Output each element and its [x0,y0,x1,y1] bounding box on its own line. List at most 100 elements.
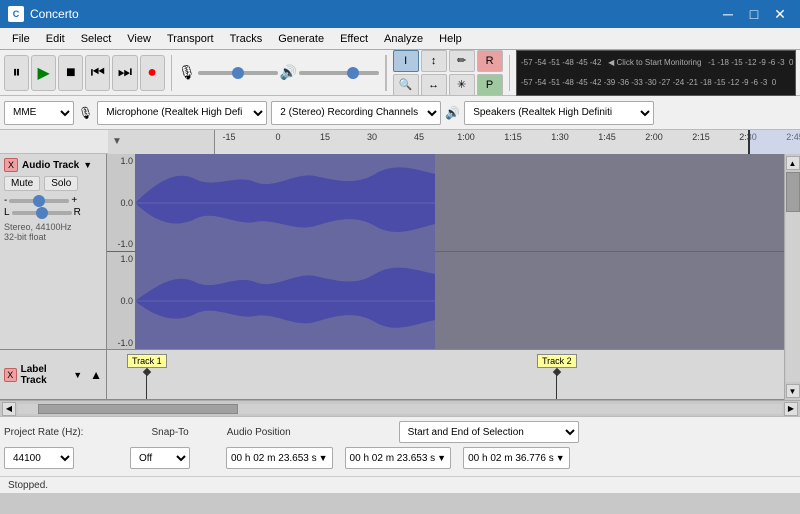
selection-mode-select[interactable]: Start and End of Selection [399,421,579,443]
speaker-gain-slider[interactable] [299,71,379,75]
play-meter-btn[interactable]: P [477,74,503,96]
label-waveform[interactable]: Track 1 Track 2 [107,350,784,399]
label-1-line [146,375,147,399]
ruler-label-215: 2:15 [692,132,710,142]
select-tool[interactable]: I [393,50,419,72]
menu-edit[interactable]: Edit [38,31,73,47]
mic-icon: 🎙 [178,64,196,81]
vscroll-down-btn[interactable]: ▼ [786,384,800,398]
maximize-button[interactable]: □ [742,4,766,24]
speaker-select[interactable]: Speakers (Realtek High Definiti [464,101,654,125]
label-track-close[interactable]: X [4,368,17,382]
tools-panel: I ↕ ✏ R 🔍 ↔ ✳ P [393,50,503,96]
selection-end-value[interactable]: 00 h 02 m 36.776 s ▼ [463,447,570,469]
next-button[interactable]: ⏭ [112,55,137,91]
envelope-tool[interactable]: ↕ [421,50,447,72]
y-label-mid2: 0.0 [109,296,133,306]
mic-icon-small: 🎙 [78,106,93,120]
label-track-dropdown[interactable]: ▼ [73,370,82,380]
label-2-line [556,375,557,399]
menu-transport[interactable]: Transport [159,31,222,47]
vscroll-thumb[interactable] [786,172,800,212]
timeshift-tool[interactable]: ↔ [421,74,447,96]
menu-select[interactable]: Select [73,31,120,47]
y-axis-upper: 1.0 0.0 -1.0 [107,154,135,251]
play-button[interactable]: ▶ [31,55,56,91]
hscroll-thumb[interactable] [38,404,238,414]
status-text: Stopped. [8,480,48,491]
selection-start-dropdown[interactable]: ▼ [437,453,446,463]
minimize-button[interactable]: ─ [716,4,740,24]
snap-to-select[interactable]: Off [130,447,190,469]
pan-row: L R [4,207,102,218]
record-button[interactable]: ● [140,55,165,91]
mute-button[interactable]: Mute [4,176,40,191]
audio-track-close[interactable]: X [4,158,18,172]
ruler-label-neg15: -15 [222,132,235,142]
hscroll-track[interactable] [18,404,782,414]
channels-select[interactable]: 2 (Stereo) Recording Channels [271,101,441,125]
prev-button[interactable]: ⏮ [85,55,110,91]
meter-row-top: -57 -54 -51 -48 -45 -42 ◀ Click to Start… [521,54,791,72]
label-track-expand[interactable]: ▲ [90,368,102,382]
selection-end-text: 00 h 02 m 36.776 s [468,453,554,464]
statusbar-row2: 44100 Off 00 h 02 m 23.653 s ▼ 00 h 02 m… [4,447,796,469]
tools-row1: I ↕ ✏ R [393,50,503,72]
host-select[interactable]: MME [4,101,74,125]
track-info: Stereo, 44100Hz 32-bit float [4,222,102,242]
menu-tracks[interactable]: Tracks [222,31,271,47]
y-label-mid1: 0.0 [109,198,133,208]
selection-end-dropdown[interactable]: ▼ [556,453,565,463]
meter-scale-top: -57 -54 -51 -48 -45 -42 ◀ Click to Start… [521,58,794,67]
track-info-line1: Stereo, 44100Hz [4,222,102,232]
hscroll-left-btn[interactable]: ◀ [2,402,16,416]
audio-position-value[interactable]: 00 h 02 m 23.653 s ▼ [226,447,333,469]
statusbar: Project Rate (Hz): Snap-To Audio Positio… [0,416,800,476]
solo-button[interactable]: Solo [44,176,78,191]
zoom-tool[interactable]: 🔍 [393,74,419,96]
meter-row-bottom: -57 -54 -51 -48 -45 -42 -39 -36 -33 -30 … [521,74,791,92]
gain-slider[interactable] [9,199,69,203]
hscrollbar: ◀ ▶ [0,400,800,416]
multi-tool[interactable]: ✳ [449,74,475,96]
menu-analyze[interactable]: Analyze [376,31,431,47]
stop-button[interactable]: ■ [58,55,83,91]
status-bar-bottom: Stopped. [0,476,800,493]
ruler-selection [748,130,800,154]
pan-slider[interactable] [12,211,72,215]
menu-help[interactable]: Help [431,31,470,47]
menu-generate[interactable]: Generate [270,31,332,47]
menu-file[interactable]: File [4,31,38,47]
mic-gain-slider[interactable] [198,71,278,75]
label-2-text: Track 2 [537,354,577,368]
timeline-ruler[interactable]: -15 0 15 30 45 1:00 1:15 1:30 1:45 2:00 … [215,130,800,154]
audio-position-text: 00 h 02 m 23.653 s [231,453,317,464]
app-icon: C [8,6,24,22]
selection-start-value[interactable]: 00 h 02 m 23.653 s ▼ [345,447,452,469]
audio-waveform[interactable]: 1.0 0.0 -1.0 [107,154,784,349]
vscroll-track[interactable] [786,172,800,382]
audio-track-dropdown-arrow[interactable]: ▼ [83,160,92,170]
microphone-select[interactable]: Microphone (Realtek High Defi [97,101,267,125]
app-title: Concerto [30,7,79,21]
close-button[interactable]: ✕ [768,4,792,24]
gain-plus: + [71,195,77,206]
waveform-lower: 1.0 0.0 -1.0 [107,252,784,349]
menu-view[interactable]: View [119,31,159,47]
record-meter-btn[interactable]: R [477,50,503,72]
vscroll-up-btn[interactable]: ▲ [786,156,800,170]
project-rate-select[interactable]: 44100 [4,447,74,469]
level-meters: -57 -54 -51 -48 -45 -42 ◀ Click to Start… [516,50,796,96]
audio-position-dropdown[interactable]: ▼ [319,453,328,463]
draw-tool[interactable]: ✏ [449,50,475,72]
vscrollbar: ▲ ▼ [784,154,800,400]
hscroll-right-btn[interactable]: ▶ [784,402,798,416]
gain-minus: - [4,195,7,206]
ruler-label-115: 1:15 [504,132,522,142]
toolbar2: MME 🎙 Microphone (Realtek High Defi 2 (S… [0,96,800,130]
y-label-top2: 1.0 [109,254,133,264]
playhead [748,130,750,154]
pause-button[interactable]: ⏸ [4,55,29,91]
menu-effect[interactable]: Effect [332,31,376,47]
project-rate-label: Project Rate (Hz): [4,427,83,438]
